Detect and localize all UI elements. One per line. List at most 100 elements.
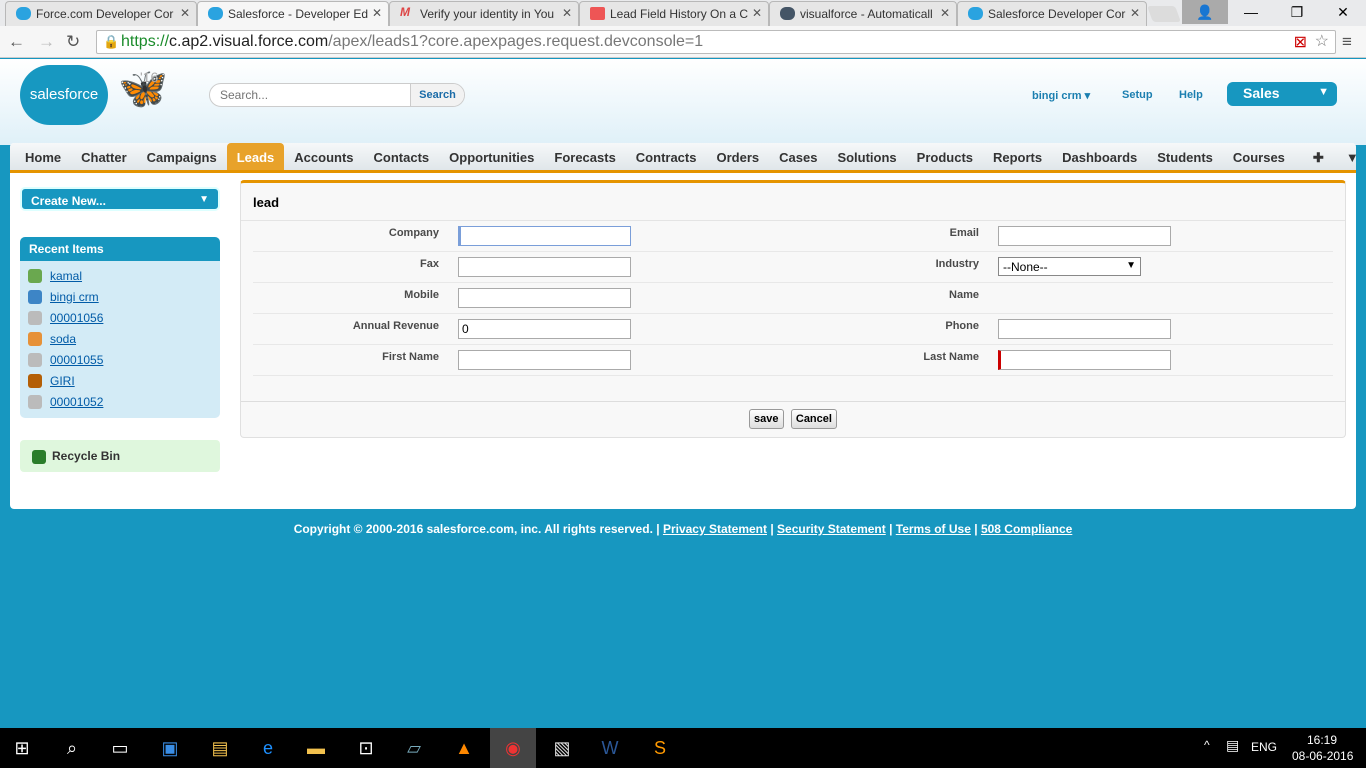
recent-item-link[interactable]: bingi crm (50, 290, 99, 304)
terms-link[interactable]: Terms of Use (896, 522, 971, 536)
plus-icon[interactable]: ✚ (1303, 143, 1334, 170)
new-tab-button[interactable] (1147, 6, 1181, 22)
menu-icon[interactable]: ≡ (1342, 32, 1352, 52)
tab-students[interactable]: Students (1147, 143, 1223, 170)
recent-item-link[interactable]: 00001055 (50, 353, 103, 367)
file-explorer-icon[interactable]: ▬ (302, 734, 330, 762)
chevron-up-icon[interactable]: ^ (1204, 738, 1210, 752)
phone-input[interactable] (998, 319, 1171, 339)
forward-icon[interactable]: → (38, 32, 55, 52)
search-button[interactable]: Search (410, 84, 464, 106)
save-button[interactable]: save (749, 409, 784, 429)
recycle-bin-icon (32, 449, 46, 464)
recent-item-link[interactable]: kamal (50, 269, 82, 283)
tab-forecasts[interactable]: Forecasts (544, 143, 625, 170)
browser-tab-active[interactable]: Salesforce - Developer Ed ✕ (197, 1, 389, 26)
fax-label: Fax (420, 258, 439, 270)
recent-item-link[interactable]: GIRI (50, 374, 75, 388)
industry-select[interactable]: --None-- ▼ (998, 257, 1141, 276)
annual-revenue-input[interactable] (458, 319, 631, 339)
email-input[interactable] (998, 226, 1171, 246)
fax-input[interactable] (458, 257, 631, 277)
last-name-input[interactable] (998, 350, 1171, 370)
back-icon[interactable]: ← (8, 32, 25, 52)
chevron-down-icon[interactable]: ▼ (1336, 143, 1366, 170)
browser-tab[interactable]: M Verify your identity in You ✕ (389, 1, 579, 26)
file-icon[interactable]: ▤ (206, 734, 234, 762)
computer-icon[interactable]: ▱ (400, 734, 428, 762)
company-input[interactable] (458, 226, 631, 246)
cloud-icon (968, 7, 983, 20)
tab-campaigns[interactable]: Campaigns (137, 143, 227, 170)
language-indicator[interactable]: ENG (1251, 740, 1277, 754)
form-row: First Name Last Name (253, 345, 1333, 376)
user-name: bingi crm (1032, 90, 1082, 102)
tab-contacts[interactable]: Contacts (364, 143, 440, 170)
close-icon[interactable]: ✕ (752, 6, 762, 20)
tab-cases[interactable]: Cases (769, 143, 827, 170)
setup-link[interactable]: Setup (1122, 89, 1153, 101)
windows-start-icon[interactable]: ⊞ (8, 734, 36, 762)
app-switcher[interactable]: Sales ▼ (1227, 82, 1337, 106)
store-icon[interactable]: ⊡ (352, 734, 380, 762)
recent-item-link[interactable]: soda (50, 332, 76, 346)
close-icon[interactable]: ✕ (562, 6, 572, 20)
tab-chatter[interactable]: Chatter (71, 143, 137, 170)
app-icon[interactable]: ▣ (156, 734, 184, 762)
url-input[interactable]: 🔒 https://c.ap2.visual.force.com/apex/lea… (96, 30, 1336, 54)
security-link[interactable]: Security Statement (777, 522, 886, 536)
clock-time[interactable]: 16:19 (1307, 733, 1337, 747)
cloud-icon (16, 7, 31, 20)
compliance-link[interactable]: 508 Compliance (981, 522, 1072, 536)
cancel-button[interactable]: Cancel (790, 409, 837, 429)
user-icon[interactable]: 👤 (1182, 0, 1228, 24)
close-icon[interactable]: ✕ (1130, 6, 1140, 20)
tab-products[interactable]: Products (907, 143, 983, 170)
browser-tab[interactable]: visualforce - Automaticall ✕ (769, 1, 957, 26)
recycle-bin[interactable]: Recycle Bin (20, 440, 220, 472)
user-menu[interactable]: bingi crm ▾ (1032, 89, 1090, 102)
close-window-icon[interactable]: ✕ (1320, 0, 1366, 24)
blocked-popup-icon[interactable]: ⊠ (1294, 32, 1307, 52)
chrome-icon[interactable]: ◉ (490, 728, 536, 768)
help-link[interactable]: Help (1179, 89, 1203, 101)
create-new-button[interactable]: Create New... ▼ (20, 187, 220, 211)
minimize-icon[interactable]: — (1228, 0, 1274, 24)
browser-tab[interactable]: Salesforce Developer Cor ✕ (957, 1, 1147, 26)
vlc-icon[interactable]: ▲ (450, 734, 478, 762)
tab-reports[interactable]: Reports (983, 143, 1052, 170)
tab-contracts[interactable]: Contracts (626, 143, 707, 170)
tab-courses[interactable]: Courses (1223, 143, 1295, 170)
recent-item-link[interactable]: 00001052 (50, 395, 103, 409)
tab-home[interactable]: Home (15, 143, 71, 170)
tab-orders[interactable]: Orders (706, 143, 769, 170)
first-name-input[interactable] (458, 350, 631, 370)
reload-icon[interactable]: ↻ (66, 32, 80, 52)
tab-dashboards[interactable]: Dashboards (1052, 143, 1147, 170)
browser-tab[interactable]: Lead Field History On a C ✕ (579, 1, 769, 26)
tab-title: Verify your identity in You (420, 7, 555, 21)
tab-leads[interactable]: Leads (226, 143, 285, 170)
edge-icon[interactable]: e (254, 734, 282, 762)
recent-item-link[interactable]: 00001056 (50, 311, 103, 325)
close-icon[interactable]: ✕ (180, 6, 190, 20)
restore-icon[interactable]: ❐ (1274, 0, 1320, 24)
search-input[interactable] (220, 85, 420, 105)
tab-solutions[interactable]: Solutions (827, 143, 906, 170)
privacy-link[interactable]: Privacy Statement (663, 522, 767, 536)
sublime-icon[interactable]: S (646, 734, 674, 762)
clock-date[interactable]: 08-06-2016 (1292, 749, 1353, 763)
search-icon[interactable]: ⌕ (58, 734, 86, 762)
documents-icon[interactable]: ▧ (548, 734, 576, 762)
salesforce-logo[interactable]: salesforce (20, 65, 108, 125)
mobile-input[interactable] (458, 288, 631, 308)
browser-tab[interactable]: Force.com Developer Cor ✕ (5, 1, 197, 26)
close-icon[interactable]: ✕ (372, 6, 382, 20)
notification-icon[interactable]: ▤ (1226, 737, 1239, 754)
star-icon[interactable]: ☆ (1315, 31, 1329, 51)
tab-opportunities[interactable]: Opportunities (439, 143, 544, 170)
word-icon[interactable]: W (596, 734, 624, 762)
task-view-icon[interactable]: ▭ (106, 734, 134, 762)
tab-accounts[interactable]: Accounts (284, 143, 363, 170)
close-icon[interactable]: ✕ (940, 6, 950, 20)
